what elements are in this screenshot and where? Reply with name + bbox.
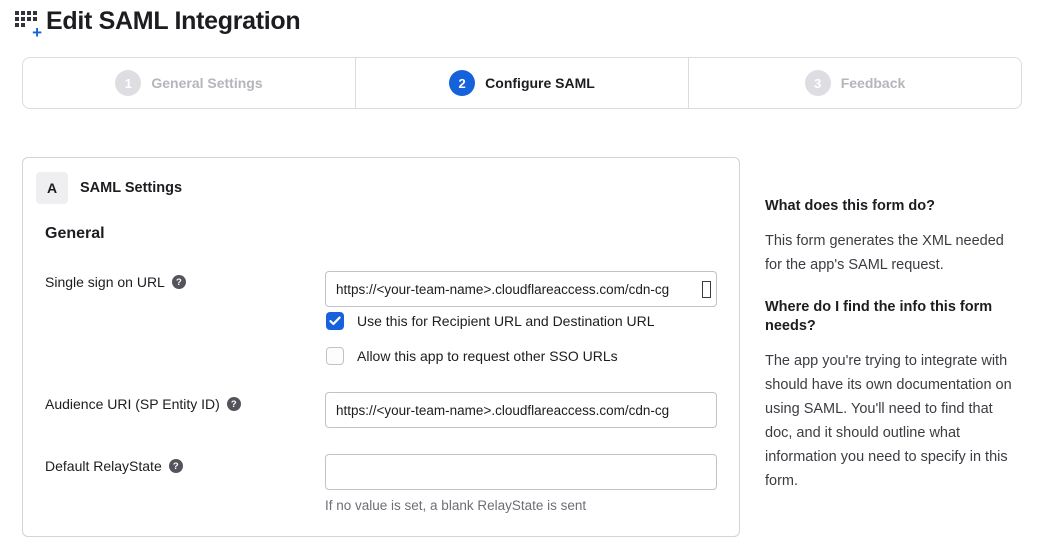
sso-url-input[interactable] [325,271,717,307]
sso-url-label: Single sign on URL ? [45,274,186,290]
text-cursor [702,281,711,298]
step-number-badge: 3 [805,70,831,96]
page-header: + Edit SAML Integration [14,7,300,36]
sso-url-label-text: Single sign on URL [45,274,165,290]
wizard-step-general-settings[interactable]: 1 General Settings [23,58,355,108]
audience-uri-input[interactable] [325,392,717,428]
relay-state-label: Default RelayState ? [45,458,183,474]
relay-state-helper-text: If no value is set, a blank RelayState i… [325,498,586,513]
sidebar-heading: What does this form do? [765,197,1019,216]
checkbox-label: Allow this app to request other SSO URLs [357,348,618,364]
help-sidebar: What does this form do? This form genera… [765,197,1019,514]
checkbox-label: Use this for Recipient URL and Destinati… [357,313,655,329]
help-icon[interactable]: ? [227,397,241,411]
sidebar-paragraph: This form generates the XML needed for t… [765,229,1019,277]
step-label: Feedback [841,75,906,91]
page-title: Edit SAML Integration [46,7,300,36]
step-number-badge: 1 [115,70,141,96]
other-sso-urls-checkbox-row[interactable]: Allow this app to request other SSO URLs [326,347,618,365]
plus-icon: + [32,24,42,41]
sso-url-input-wrap [325,271,717,307]
relay-state-input[interactable] [325,454,717,490]
audience-uri-label-text: Audience URI (SP Entity ID) [45,396,220,412]
step-label: Configure SAML [485,75,595,91]
step-wizard: 1 General Settings 2 Configure SAML 3 Fe… [22,57,1022,109]
app-grid-plus-icon: + [14,8,41,35]
relay-state-label-text: Default RelayState [45,458,162,474]
recipient-url-checkbox-row[interactable]: Use this for Recipient URL and Destinati… [326,312,655,330]
saml-settings-panel: A SAML Settings General Single sign on U… [22,157,740,537]
wizard-step-feedback[interactable]: 3 Feedback [688,58,1021,108]
section-badge: A [36,172,68,204]
help-icon[interactable]: ? [169,459,183,473]
check-icon [329,316,341,326]
help-icon[interactable]: ? [172,275,186,289]
section-title: SAML Settings [80,172,182,204]
audience-uri-input-wrap [325,392,717,428]
checkbox-checked-icon[interactable] [326,312,344,330]
relay-state-input-wrap [325,454,717,490]
step-number-badge: 2 [449,70,475,96]
checkbox-unchecked-icon[interactable] [326,347,344,365]
sidebar-paragraph: The app you're trying to integrate with … [765,349,1019,493]
audience-uri-label: Audience URI (SP Entity ID) ? [45,396,241,412]
step-label: General Settings [151,75,262,91]
group-title-general: General [45,225,105,243]
wizard-step-configure-saml[interactable]: 2 Configure SAML [355,58,688,108]
sidebar-heading: Where do I find the info this form needs… [765,298,1019,336]
